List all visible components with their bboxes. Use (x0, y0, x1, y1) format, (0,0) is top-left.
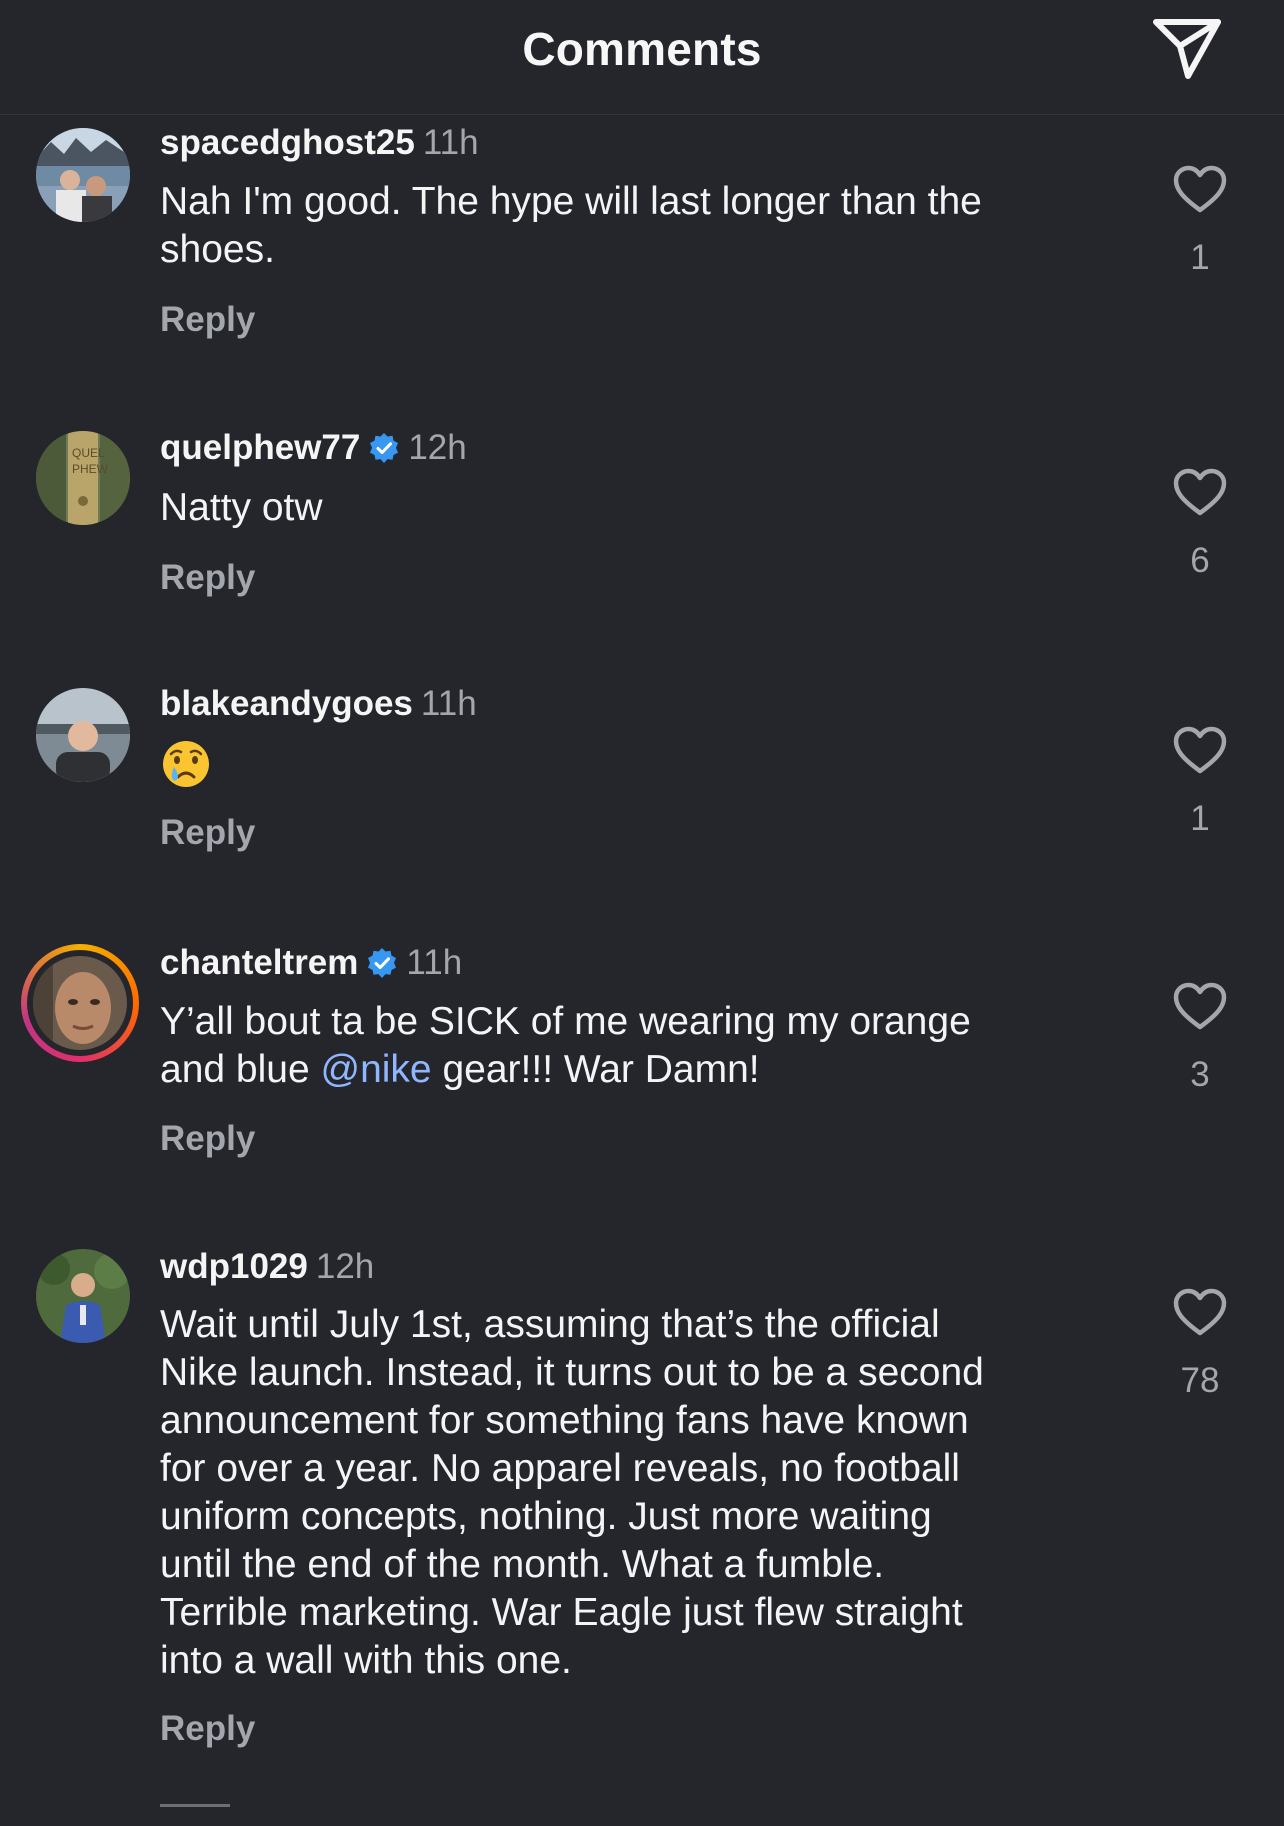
share-button[interactable] (1152, 16, 1222, 80)
like-button[interactable] (1172, 981, 1228, 1031)
comment-text-line: Wait until July 1st, assuming that’s the… (160, 1303, 940, 1346)
reply-button[interactable]: Reply (160, 1709, 255, 1749)
comment-text-line: for over a year. No apparel reveals, no … (160, 1447, 960, 1490)
svg-text:PHEW: PHEW (72, 462, 109, 476)
comment-text-fragment: gear!!! War Damn! (431, 1048, 760, 1091)
heart-outline-icon (1173, 726, 1227, 774)
heart-outline-icon (1173, 468, 1227, 516)
comment-text: Y’all bout ta be SICK of me wearing my o… (160, 998, 1090, 1094)
username[interactable]: blakeandygoes (160, 684, 413, 723)
comment-meta: blakeandygoes 11h (160, 684, 477, 724)
like-button[interactable] (1172, 1287, 1228, 1337)
comment-text-line: shoes. (160, 228, 275, 271)
heart-outline-icon (1173, 982, 1227, 1030)
like-count: 6 (1190, 541, 1210, 580)
comment-meta: spacedghost25 11h (160, 123, 479, 163)
comment-text-line: and blue @nike gear!!! War Damn! (160, 1046, 1090, 1094)
reply-button[interactable]: Reply (160, 813, 255, 853)
comment-text-line: into a wall with this one. (160, 1639, 572, 1682)
comment-meta: quelphew77 12h (160, 428, 467, 468)
comment-text: Natty otw (160, 486, 323, 529)
comment-text-line: Nike launch. Instead, it turns out to be… (160, 1351, 984, 1394)
like-count: 1 (1190, 799, 1210, 838)
comment-text-line: until the end of the month. What a fumbl… (160, 1543, 885, 1586)
avatar[interactable] (36, 688, 130, 782)
mention-link[interactable]: @nike (320, 1048, 431, 1091)
reply-button[interactable]: Reply (160, 1119, 255, 1159)
comment-text-fragment: and blue (160, 1048, 321, 1091)
heart-outline-icon (1173, 1288, 1227, 1336)
timestamp: 11h (422, 123, 479, 162)
replies-divider-line (160, 1804, 230, 1807)
timestamp: 11h (420, 684, 477, 723)
verified-badge-icon (368, 948, 397, 978)
avatar[interactable] (36, 1249, 130, 1343)
username[interactable]: quelphew77 (160, 428, 360, 467)
view-replies-row[interactable] (160, 1786, 620, 1826)
avatar[interactable] (36, 128, 130, 222)
like-count: 3 (1190, 1055, 1210, 1094)
verified-badge-icon (370, 433, 399, 463)
avatar[interactable] (33, 956, 127, 1050)
crying-face-icon (163, 741, 209, 787)
like-button[interactable] (1172, 467, 1228, 517)
comments-header: Comments (0, 0, 1284, 115)
reply-button[interactable]: Reply (160, 558, 255, 598)
heart-outline-icon (1173, 165, 1227, 213)
like-button[interactable] (1172, 725, 1228, 775)
comment-text-line: Nah I'm good. The hype will last longer … (160, 180, 982, 223)
story-ring[interactable] (21, 944, 139, 1062)
comment-meta: wdp1029 12h (160, 1247, 374, 1287)
username[interactable]: spacedghost25 (160, 123, 415, 162)
avatar[interactable]: QUEL PHEW (36, 431, 130, 525)
comment-meta: chanteltrem 11h (160, 943, 462, 983)
comment-text: Nah I'm good. The hype will last longer … (160, 178, 1090, 274)
timestamp: 12h (315, 1247, 375, 1286)
page-title: Comments (522, 23, 762, 75)
comment-text: Wait until July 1st, assuming that’s the… (160, 1301, 1090, 1685)
comment-text (160, 738, 1090, 794)
username[interactable]: wdp1029 (160, 1247, 308, 1286)
timestamp: 11h (406, 943, 463, 982)
like-button[interactable] (1172, 164, 1228, 214)
comment-text-line: announcement for something fans have kno… (160, 1399, 969, 1442)
svg-text:QUEL: QUEL (72, 446, 105, 460)
comment-text-line: Terrible marketing. War Eagle just flew … (160, 1591, 963, 1634)
like-count: 78 (1180, 1361, 1220, 1400)
username[interactable]: chanteltrem (160, 943, 358, 982)
paper-plane-icon (1153, 19, 1221, 79)
comment-text-line: uniform concepts, nothing. Just more wai… (160, 1495, 932, 1538)
timestamp: 12h (408, 428, 467, 467)
reply-button[interactable]: Reply (160, 300, 255, 340)
comment-text-line: Y’all bout ta be SICK of me wearing my o… (160, 1000, 971, 1043)
like-count: 1 (1190, 238, 1210, 277)
